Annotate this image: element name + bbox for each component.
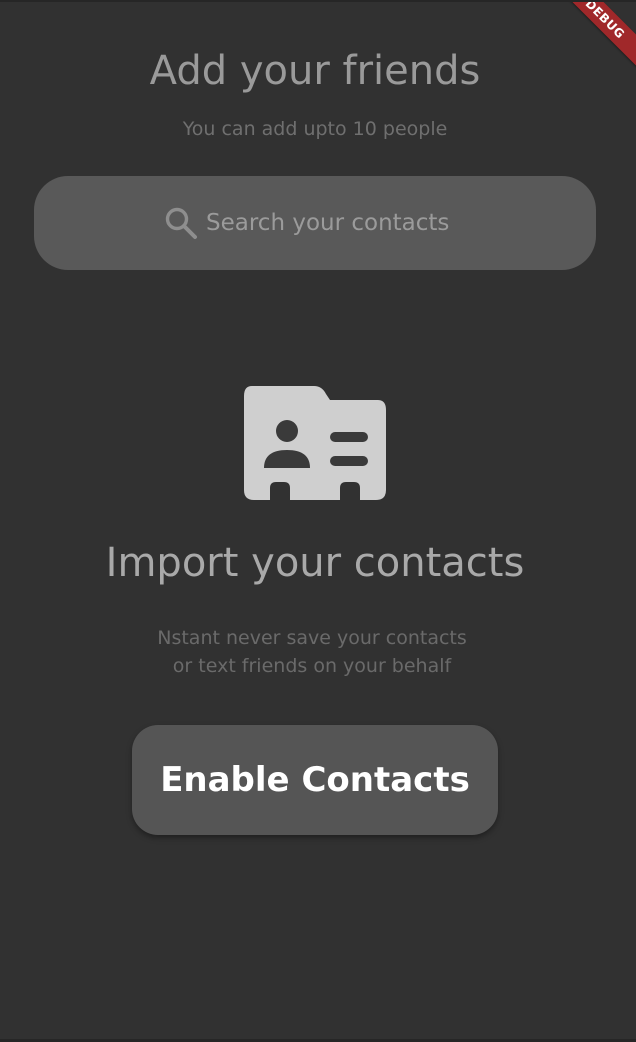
search-icon [164, 206, 198, 240]
privacy-line: Nstant never save your contacts [157, 627, 467, 649]
contact-card-icon [242, 382, 388, 504]
privacy-notice: Nstant never save your contacts or text … [0, 624, 624, 680]
enable-contacts-button[interactable]: Enable Contacts [132, 725, 498, 835]
page-subtitle: You can add upto 10 people [182, 118, 448, 140]
import-contacts-title: Import your contacts [105, 540, 525, 586]
search-bar[interactable] [34, 176, 596, 270]
search-input[interactable] [206, 210, 456, 236]
add-friends-screen: DEBUG Add your friends You can add upto … [0, 0, 636, 1042]
page-title: Add your friends [149, 48, 481, 94]
privacy-line: or text friends on your behalf [172, 655, 452, 677]
